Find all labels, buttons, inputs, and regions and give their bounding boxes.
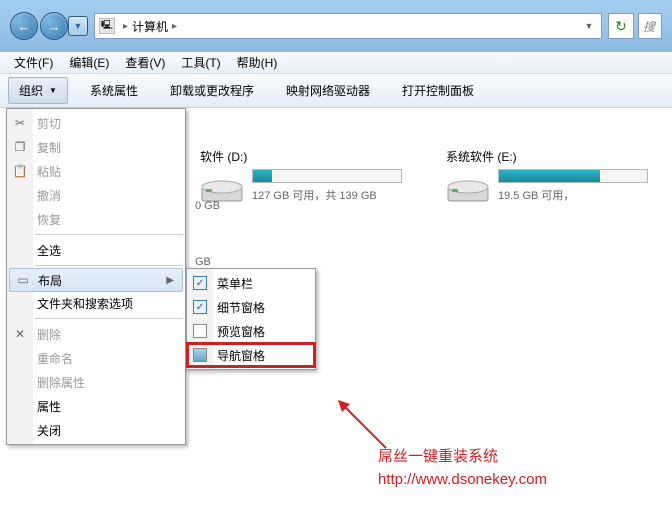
- menu-rename[interactable]: 重命名: [7, 346, 185, 370]
- drive-space-text: 127 GB 可用，共 139 GB: [252, 187, 426, 203]
- organize-button[interactable]: 组织 ▼: [8, 77, 68, 104]
- chevron-right-icon: ▶: [166, 275, 174, 286]
- search-input[interactable]: 搜: [638, 13, 662, 39]
- menu-folder-options[interactable]: 文件夹和搜索选项: [7, 291, 185, 315]
- annotation-text: 屌丝一键重装系统 http://www.dsonekey.com: [378, 446, 547, 491]
- clipboard-icon: 📋: [12, 163, 28, 179]
- menu-undo[interactable]: 撤消: [7, 183, 185, 207]
- drive-usage-bar: [252, 169, 402, 183]
- drive-d[interactable]: 软件 (D:) 127 GB 可用，共 139 GB: [200, 148, 426, 205]
- menu-separator: [35, 318, 183, 319]
- submenu-navigation-pane[interactable]: 导航窗格: [187, 343, 315, 367]
- computer-icon: 🖳: [99, 18, 115, 34]
- menu-tools[interactable]: 工具(T): [173, 52, 228, 73]
- drive-space-text: 19.5 GB 可用，: [498, 187, 672, 203]
- partial-drive-text: GB: [195, 256, 211, 268]
- drive-list: 软件 (D:) 127 GB 可用，共 139 GB 系统软件 (E:): [200, 148, 672, 205]
- menu-paste[interactable]: 📋粘贴: [7, 159, 185, 183]
- submenu-details-pane[interactable]: ✓细节窗格: [187, 295, 315, 319]
- toolbar: 组织 ▼ 系统属性 卸载或更改程序 映射网络驱动器 打开控制面板: [0, 74, 672, 108]
- menu-layout[interactable]: ▭布局▶: [9, 268, 183, 292]
- submenu-menubar[interactable]: ✓菜单栏: [187, 271, 315, 295]
- menu-cut[interactable]: ✂剪切: [7, 111, 185, 135]
- nav-history-dropdown[interactable]: ▼: [68, 16, 88, 36]
- menubar: 文件(F) 编辑(E) 查看(V) 工具(T) 帮助(H): [0, 52, 672, 74]
- partial-drive-text: 0 GB: [195, 200, 220, 212]
- content-area: 软件 (D:) 127 GB 可用，共 139 GB 系统软件 (E:): [0, 108, 672, 515]
- drive-label: 软件 (D:): [200, 148, 426, 165]
- address-dropdown-icon[interactable]: ▼: [581, 21, 597, 31]
- organize-menu: ✂剪切 ❐复制 📋粘贴 撤消 恢复 全选 ▭布局▶ 文件夹和搜索选项 ✕删除 重…: [6, 108, 186, 445]
- drive-e[interactable]: 系统软件 (E:) 19.5 GB 可用，: [446, 148, 672, 205]
- refresh-button[interactable]: ↻: [608, 13, 634, 39]
- menu-view[interactable]: 查看(V): [117, 52, 173, 73]
- layout-icon: ▭: [15, 272, 31, 288]
- organize-label: 组织: [19, 82, 43, 99]
- back-button[interactable]: ←: [10, 12, 38, 40]
- menu-close[interactable]: 关闭: [7, 418, 185, 442]
- drive-usage-bar: [498, 169, 648, 183]
- menu-file[interactable]: 文件(F): [6, 52, 61, 73]
- breadcrumb-sep-icon[interactable]: ▸: [172, 21, 177, 32]
- system-properties-button[interactable]: 系统属性: [80, 78, 148, 103]
- address-bar[interactable]: 🖳 ▸ 计算机 ▸ ▼: [94, 13, 602, 39]
- window-titlebar: ← → ▼ 🖳 ▸ 计算机 ▸ ▼ ↻ 搜: [0, 0, 672, 52]
- menu-separator: [35, 234, 183, 235]
- menu-redo[interactable]: 恢复: [7, 207, 185, 231]
- submenu-preview-pane[interactable]: 预览窗格: [187, 319, 315, 343]
- map-drive-button[interactable]: 映射网络驱动器: [276, 78, 380, 103]
- check-icon: ✓: [193, 276, 207, 290]
- menu-edit[interactable]: 编辑(E): [61, 52, 117, 73]
- breadcrumb-sep-icon: ▸: [123, 21, 128, 32]
- hard-drive-icon: [446, 169, 490, 205]
- menu-select-all[interactable]: 全选: [7, 238, 185, 262]
- layout-submenu: ✓菜单栏 ✓细节窗格 预览窗格 导航窗格: [186, 268, 316, 370]
- copy-icon: ❐: [12, 139, 28, 155]
- breadcrumb-location[interactable]: 计算机: [132, 18, 168, 35]
- menu-help[interactable]: 帮助(H): [229, 52, 286, 73]
- nav-buttons: ← → ▼: [10, 12, 88, 40]
- check-icon: ✓: [193, 300, 207, 314]
- annotation-line1: 屌丝一键重装系统: [378, 446, 547, 469]
- box-icon: [193, 324, 207, 338]
- annotation-url: http://www.dsonekey.com: [378, 469, 547, 492]
- drive-label: 系统软件 (E:): [446, 148, 672, 165]
- menu-copy[interactable]: ❐复制: [7, 135, 185, 159]
- menu-properties[interactable]: 属性: [7, 394, 185, 418]
- box-icon: [193, 348, 207, 362]
- uninstall-button[interactable]: 卸载或更改程序: [160, 78, 264, 103]
- scissors-icon: ✂: [12, 115, 28, 131]
- delete-icon: ✕: [12, 326, 28, 342]
- dropdown-icon: ▼: [49, 86, 57, 95]
- forward-button[interactable]: →: [40, 12, 68, 40]
- menu-delete[interactable]: ✕删除: [7, 322, 185, 346]
- drive-usage-fill: [499, 170, 600, 182]
- menu-remove-properties[interactable]: 删除属性: [7, 370, 185, 394]
- drive-usage-fill: [253, 170, 272, 182]
- menu-separator: [35, 265, 183, 266]
- control-panel-button[interactable]: 打开控制面板: [392, 78, 484, 103]
